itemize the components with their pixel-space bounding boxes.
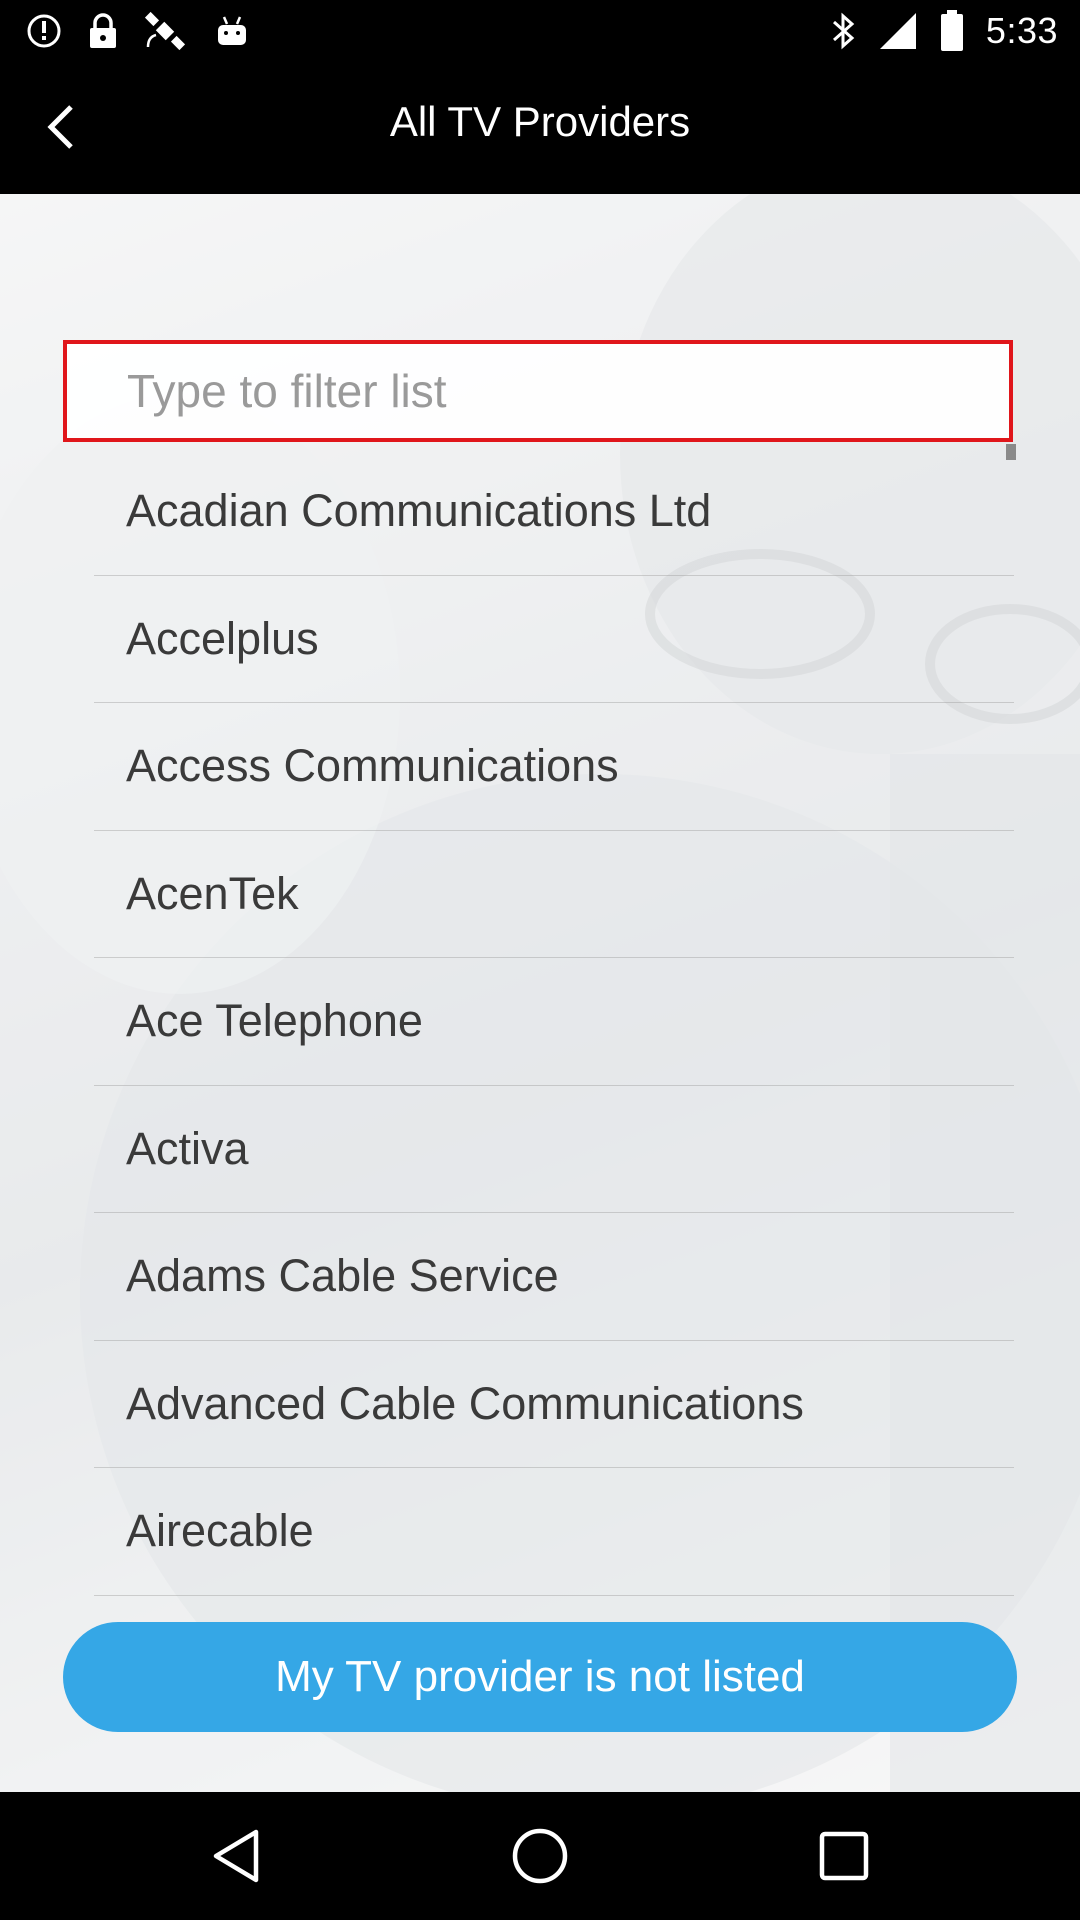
satellite-icon xyxy=(144,11,186,51)
alert-circle-icon xyxy=(27,14,61,48)
nav-recent-apps-icon xyxy=(819,1831,869,1881)
content-area: Acadian Communications Ltd Accelplus Acces… xyxy=(0,194,1080,1792)
screen: 5:33 All TV Providers Acadian Communicat… xyxy=(0,0,1080,1920)
navigation-bar xyxy=(0,1792,1080,1920)
battery-icon xyxy=(940,10,963,51)
provider-list-item[interactable]: Adams Cable Service xyxy=(94,1213,1014,1341)
provider-name: AcenTek xyxy=(126,867,299,919)
provider-name: Airecable xyxy=(126,1505,314,1557)
nav-back-button[interactable] xyxy=(200,1820,272,1892)
filter-input[interactable] xyxy=(127,344,987,438)
nav-recent-apps-button[interactable] xyxy=(808,1820,880,1892)
provider-list-item[interactable]: Ace Telephone xyxy=(94,958,1014,1086)
provider-list-item[interactable]: Acadian Communications Ltd xyxy=(94,448,1014,576)
provider-name: Ace Telephone xyxy=(126,995,423,1047)
lock-icon xyxy=(90,13,116,48)
provider-list-item[interactable]: Activa xyxy=(94,1086,1014,1213)
provider-name: Acadian Communications Ltd xyxy=(126,485,712,537)
provider-name: Activa xyxy=(126,1122,249,1174)
provider-list-item[interactable]: AcenTek xyxy=(94,831,1014,958)
signal-icon xyxy=(879,13,916,49)
nav-back-icon xyxy=(213,1829,259,1883)
bluetooth-icon xyxy=(832,12,855,50)
provider-list: Acadian Communications Ltd Accelplus Acces… xyxy=(94,448,1014,1596)
provider-name: Advanced Cable Communications xyxy=(126,1377,804,1429)
status-clock: 5:33 xyxy=(985,10,1058,51)
provider-list-item[interactable]: Access Communications xyxy=(94,703,1014,831)
status-bar: 5:33 xyxy=(0,0,1080,62)
nav-home-button[interactable] xyxy=(504,1820,576,1892)
provider-name: Adams Cable Service xyxy=(126,1250,559,1302)
filter-box xyxy=(63,340,1013,442)
status-left-icons xyxy=(26,10,250,52)
status-right-icons: 5:33 xyxy=(830,8,1058,54)
provider-not-listed-button[interactable]: My TV provider is not listed xyxy=(63,1622,1017,1732)
android-icon xyxy=(218,16,246,45)
provider-list-item[interactable]: Advanced Cable Communications xyxy=(94,1341,1014,1468)
provider-list-item[interactable]: Airecable xyxy=(94,1468,1014,1596)
page-title: All TV Providers xyxy=(389,98,691,145)
provider-list-item[interactable]: Accelplus xyxy=(94,576,1014,703)
app-header: All TV Providers xyxy=(0,62,1080,194)
nav-home-icon xyxy=(512,1828,568,1884)
provider-name: Access Communications xyxy=(126,740,619,792)
provider-name: Accelplus xyxy=(126,612,319,664)
